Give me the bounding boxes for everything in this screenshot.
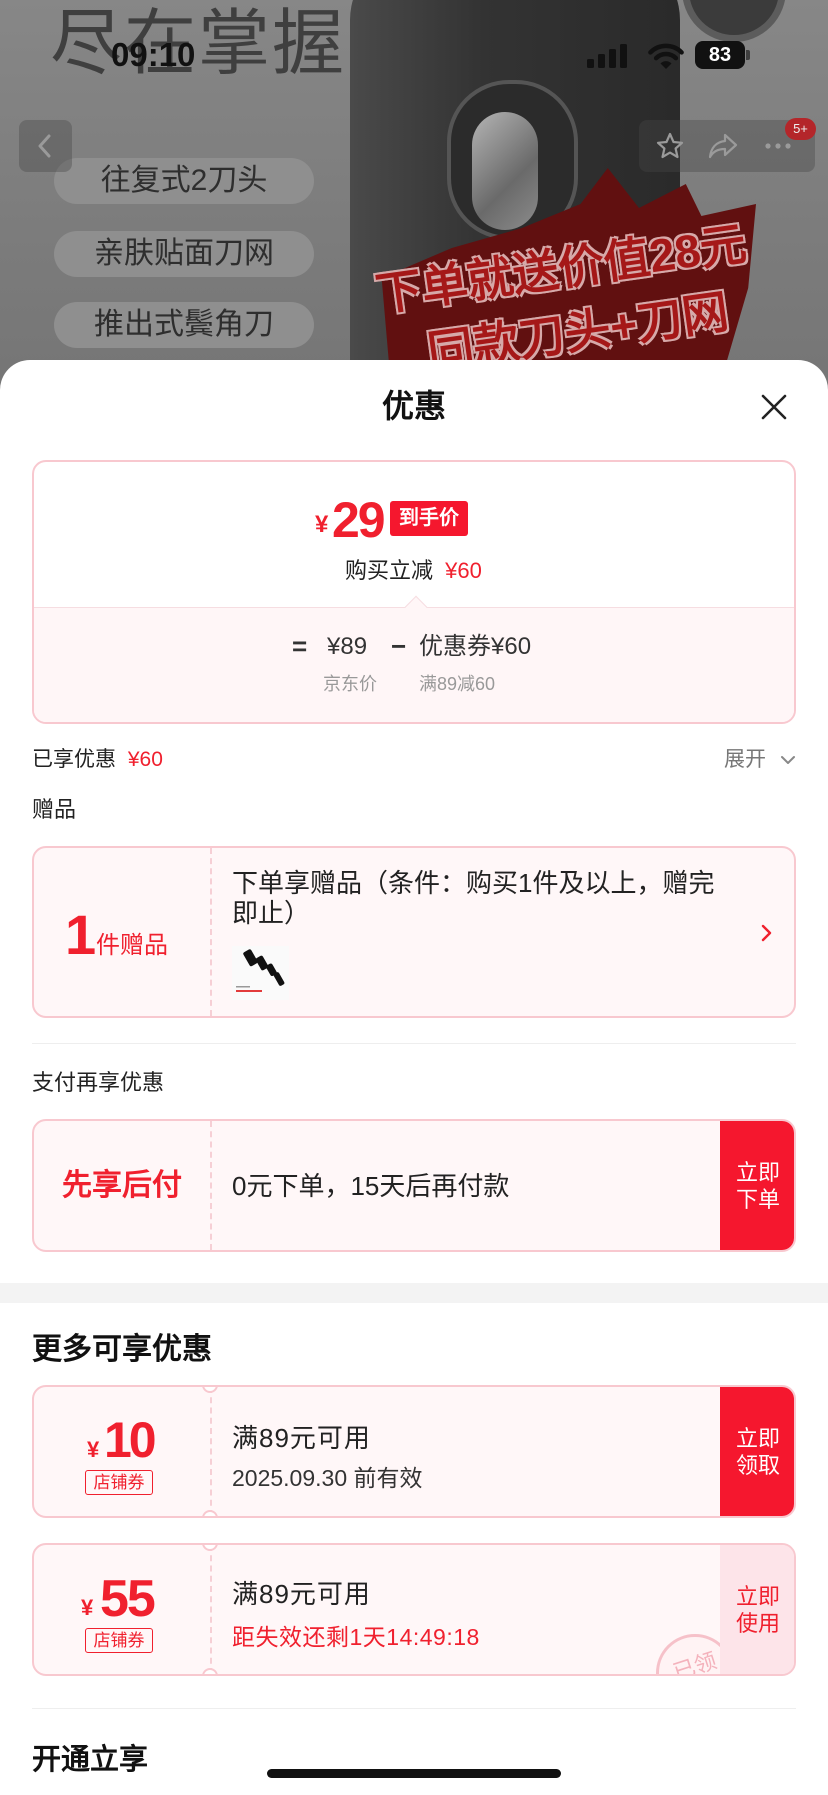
- pay-later-card: 先享后付 0元下单，15天后再付款 立即 下单: [32, 1119, 796, 1252]
- coupon-rule-label: 满89减60: [419, 674, 496, 694]
- coupon-type-tag: 店铺券: [85, 1470, 153, 1495]
- expand-label: 展开: [724, 748, 766, 771]
- message-count-badge: 5+: [785, 118, 816, 140]
- coupon-notch: [202, 1545, 218, 1551]
- claim-coupon-button[interactable]: 立即 领取: [720, 1387, 794, 1516]
- pay-later-description: 0元下单，15天后再付款: [232, 1171, 510, 1201]
- final-price-value: 29: [332, 492, 386, 548]
- more-icon[interactable]: [765, 143, 791, 149]
- coupon-validity: 2025.09.30 前有效: [232, 1465, 423, 1491]
- enjoyed-discount-label: 已享优惠: [32, 748, 116, 771]
- use-coupon-button[interactable]: 立即 使用: [720, 1545, 794, 1674]
- price-breakdown: [34, 607, 794, 722]
- pay-card-divider: [210, 1121, 212, 1250]
- coupon-amount: 10: [104, 1412, 157, 1468]
- gift-count: 1: [65, 903, 97, 966]
- gift-card-divider: [210, 848, 212, 1016]
- coupon-amount: 55: [100, 1570, 156, 1628]
- instant-discount-amount: ¥60: [445, 558, 482, 583]
- feature-pill: 往复式2刀头: [54, 158, 314, 204]
- gift-card[interactable]: 1 件赠品 下单享赠品（条件：购买1件及以上，赠完即止）: [32, 846, 796, 1018]
- expand-toggle[interactable]: 展开: [724, 747, 795, 773]
- button-line: 立即: [735, 1583, 780, 1609]
- sheet-title: 优惠: [381, 388, 446, 424]
- coupon-type-tag: 店铺券: [85, 1628, 153, 1653]
- coupon-card: ¥ 55 店铺券 满89元可用 距失效还剩1天14:49:18 已领 立即 使用: [32, 1543, 796, 1676]
- signal-icon: [587, 44, 627, 68]
- membership-title: 开通立享: [32, 1744, 149, 1776]
- instant-discount: 购买立减 ¥60: [345, 558, 482, 584]
- close-icon[interactable]: [760, 393, 788, 421]
- button-line: 领取: [735, 1452, 780, 1478]
- offers-sheet: 优惠 ¥ 29 到手价 购买立减 ¥60 = ¥89 − 优惠券¥60 京东价 …: [0, 360, 828, 1795]
- divider: [32, 1708, 796, 1709]
- chevron-down-icon: [781, 756, 795, 764]
- shaver-blade: [472, 112, 538, 230]
- product-headline: 尽在掌握: [50, 4, 347, 84]
- final-price-currency: ¥: [315, 511, 329, 538]
- section-gap: [0, 1283, 828, 1303]
- enjoyed-discount-amount: ¥60: [127, 748, 163, 771]
- coupon-notch: [202, 1510, 218, 1516]
- shaver-knob: [682, 0, 786, 42]
- coupon-notch: [202, 1387, 218, 1393]
- pay-later-name: 先享后付: [62, 1169, 182, 1202]
- chevron-left-icon: [38, 134, 51, 158]
- coupon-card: ¥ 10 店铺券 满89元可用 2025.09.30 前有效 立即 领取: [32, 1385, 796, 1518]
- coupon-notch: [202, 1668, 218, 1674]
- minus-sign: −: [391, 631, 407, 661]
- equals-sign: =: [292, 631, 308, 661]
- coupon-condition: 满89元可用: [232, 1423, 371, 1453]
- pay-later-order-button[interactable]: 立即 下单: [720, 1121, 794, 1250]
- enjoyed-discount: 已享优惠 ¥60: [32, 747, 163, 773]
- jd-price-label: 京东价: [323, 674, 377, 694]
- price-card: ¥ 29 到手价 购买立减 ¥60 = ¥89 − 优惠券¥60 京东价 满89…: [32, 460, 796, 724]
- divider: [32, 1043, 796, 1044]
- button-line: 使用: [735, 1610, 780, 1636]
- back-button[interactable]: [19, 120, 72, 172]
- feature-pill: 推出式鬓角刀: [54, 302, 314, 348]
- battery-nub: [746, 50, 750, 60]
- gift-thumbnail: [232, 946, 289, 1000]
- star-icon[interactable]: [656, 132, 684, 160]
- coupon-condition: 满89元可用: [232, 1579, 371, 1609]
- final-price-tag: 到手价: [390, 501, 468, 536]
- gift-count-unit: 件赠品: [96, 932, 168, 959]
- battery-indicator: 83: [695, 41, 745, 69]
- gift-section-title: 赠品: [32, 797, 77, 822]
- button-line: 立即: [735, 1159, 780, 1185]
- more-offers-title: 更多可享优惠: [32, 1333, 212, 1366]
- coupon-divider: [210, 1545, 212, 1674]
- instant-discount-label: 购买立减: [345, 558, 434, 583]
- coupon-currency: ¥: [87, 1437, 100, 1462]
- coupon-countdown: 距失效还剩1天14:49:18: [232, 1624, 480, 1650]
- claimed-stamp-text: 已领: [670, 1647, 720, 1676]
- home-indicator[interactable]: [267, 1769, 561, 1778]
- jd-price: ¥89: [327, 633, 368, 660]
- coupon-currency: ¥: [81, 1595, 94, 1620]
- feature-pill: 亲肤贴面刀网: [54, 231, 314, 277]
- status-time: 09:10: [111, 36, 196, 73]
- wifi-icon: [648, 43, 684, 69]
- share-icon[interactable]: [708, 132, 738, 160]
- gift-description: 下单享赠品（条件：购买1件及以上，赠完即止）: [232, 868, 715, 928]
- coupon-formula: 优惠券¥60: [419, 633, 532, 660]
- button-line: 下单: [735, 1186, 780, 1212]
- pay-section-title: 支付再享优惠: [32, 1070, 165, 1095]
- coupon-divider: [210, 1387, 212, 1516]
- button-line: 立即: [735, 1425, 780, 1451]
- chevron-right-icon: [761, 924, 772, 942]
